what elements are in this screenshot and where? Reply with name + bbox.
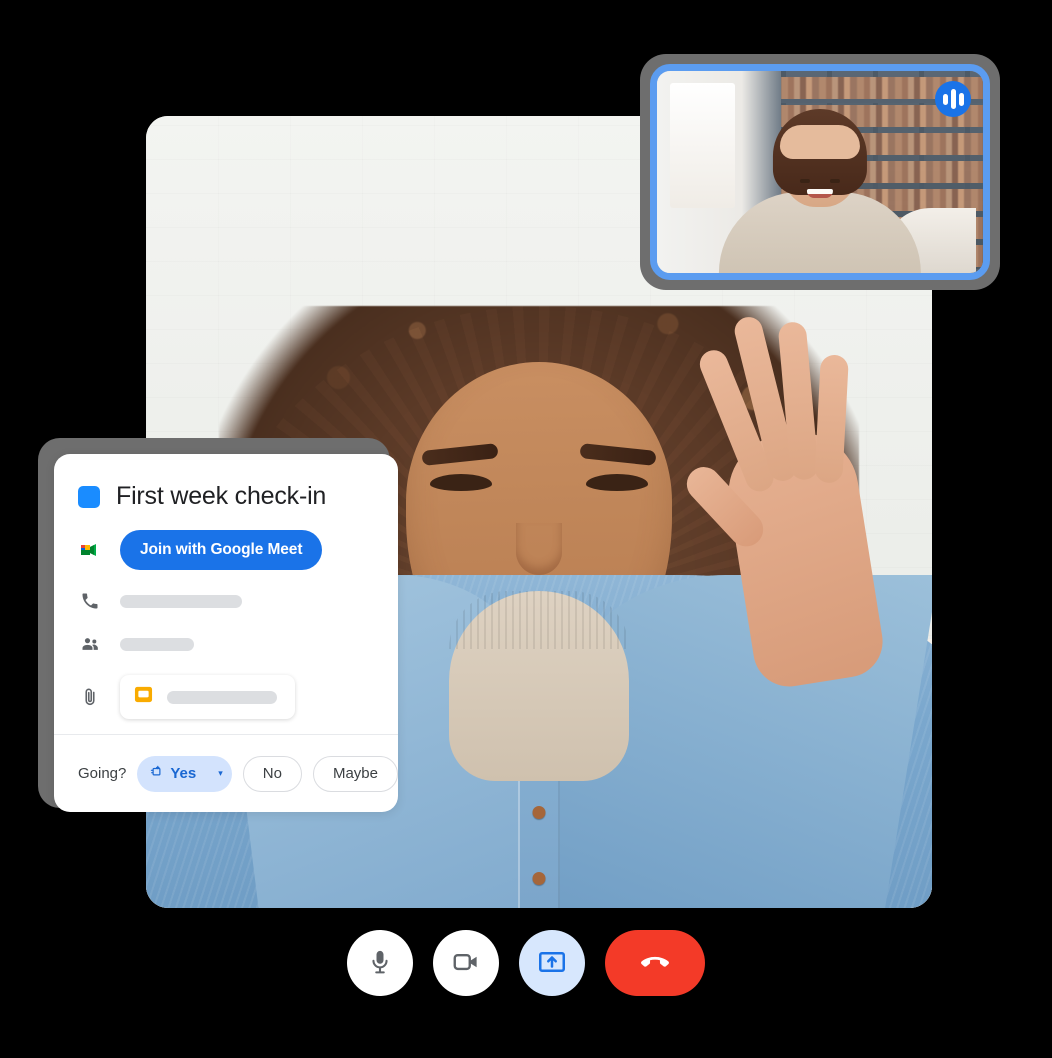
shirt-button [532, 805, 546, 819]
rsvp-footer: Going? Yes ▾ No Maybe [54, 734, 398, 812]
attachment-name-placeholder [167, 690, 277, 704]
phone-hangup-icon [638, 945, 672, 982]
event-card-body: First week check-in Join with Google Mee… [54, 454, 398, 719]
pip-eye-right [829, 179, 840, 184]
rsvp-yes-label: Yes [170, 765, 197, 782]
hangup-button[interactable] [605, 930, 705, 996]
audio-activity-icon [935, 81, 971, 117]
google-meet-icon [78, 538, 102, 562]
camera-button[interactable] [433, 930, 499, 996]
phone-row [78, 589, 374, 613]
present-button[interactable] [519, 930, 585, 996]
guests-icon [78, 632, 102, 656]
turtleneck-collar [449, 591, 629, 782]
attachment-chip[interactable] [120, 675, 295, 719]
pip-person-hair [772, 109, 867, 196]
meet-composite-scene: First week check-in Join with Google Mee… [0, 0, 1052, 1058]
rsvp-maybe-button[interactable]: Maybe [312, 755, 398, 792]
phone-value-placeholder [120, 594, 242, 608]
chevron-down-icon[interactable]: ▾ [207, 768, 232, 779]
guests-row [78, 632, 374, 656]
attachment-row [78, 675, 374, 719]
event-title-row: First week check-in [78, 482, 374, 511]
eyebrow-right [579, 443, 657, 467]
shirt-button [532, 871, 546, 885]
pip-mouth [806, 189, 833, 199]
event-title: First week check-in [116, 482, 327, 510]
eye-right [586, 473, 648, 491]
video-camera-icon [451, 947, 481, 980]
rsvp-yes-button[interactable]: Yes ▾ [137, 755, 232, 792]
microphone-button[interactable] [347, 930, 413, 996]
nose [516, 523, 562, 575]
phone-icon [78, 589, 102, 613]
join-row: Join with Google Meet [78, 530, 374, 570]
eye-left [430, 473, 492, 491]
going-label: Going? [78, 765, 127, 782]
eyebrow-left [421, 443, 499, 467]
present-screen-icon [537, 947, 567, 980]
pip-tile-wrapper [640, 54, 1000, 290]
pip-eye-left [799, 179, 810, 184]
guests-value-placeholder [120, 637, 194, 651]
google-slides-icon [134, 685, 153, 709]
attachment-icon [78, 685, 102, 709]
pip-person [718, 109, 922, 273]
finger [814, 354, 850, 484]
rsvp-location-icon [149, 764, 164, 783]
microphone-icon [366, 948, 394, 979]
pip-video-tile[interactable] [650, 64, 990, 280]
event-card[interactable]: First week check-in Join with Google Mee… [54, 454, 398, 812]
join-with-google-meet-button[interactable]: Join with Google Meet [120, 530, 323, 570]
pip-video-photo [657, 71, 983, 273]
meeting-controls-bar [0, 930, 1052, 996]
event-color-swatch [78, 485, 100, 508]
rsvp-yes-main[interactable]: Yes [137, 764, 207, 783]
rsvp-no-button[interactable]: No [242, 755, 302, 792]
event-card-wrapper: First week check-in Join with Google Mee… [38, 438, 398, 812]
